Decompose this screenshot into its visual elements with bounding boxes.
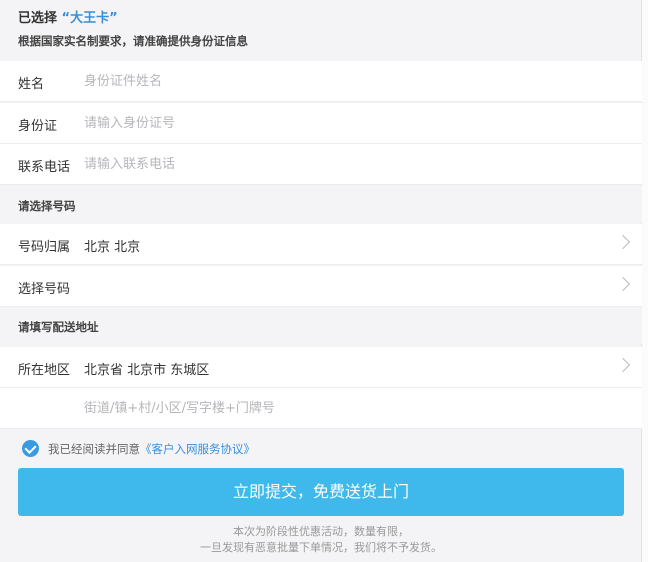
- notice-line-1: 本次为阶段性优惠活动，数量有限，: [233, 525, 409, 538]
- phone-row: 联系电话: [0, 144, 642, 185]
- agreement-label: 我已经阅读并同意: [48, 442, 140, 456]
- phone-label: 联系电话: [18, 160, 71, 175]
- chevron-right-icon: [615, 357, 631, 373]
- phone-input[interactable]: [84, 152, 604, 176]
- name-label: 姓名: [18, 77, 45, 92]
- region-value: 北京省 北京市 东城区: [84, 363, 210, 378]
- notice-line-2: 一旦发现有恶意批量下单情况，我们将不予发货。: [200, 541, 442, 554]
- id-number-input[interactable]: [84, 111, 604, 135]
- id-label: 身份证: [18, 119, 58, 134]
- number-location-value: 北京 北京: [84, 240, 141, 255]
- number-section-title: 请选择号码: [18, 199, 76, 213]
- name-input[interactable]: [84, 69, 604, 93]
- service-agreement-link[interactable]: 《客户入网服务协议》: [140, 442, 255, 456]
- agreement-checkbox[interactable]: [22, 440, 39, 457]
- street-address-input[interactable]: [84, 396, 604, 420]
- address-section-title: 请填写配送地址: [18, 320, 99, 334]
- submit-button[interactable]: 立即提交，免费送货上门: [18, 468, 624, 516]
- name-row: 姓名: [0, 61, 642, 102]
- chevron-right-icon: [615, 276, 631, 292]
- number-location-row[interactable]: 号码归属 北京 北京: [0, 224, 642, 265]
- page-header: 已选择 “大王卡” 根据国家实名制要求，请准确提供身份证信息: [0, 0, 642, 60]
- number-location-label: 号码归属: [18, 240, 71, 255]
- form-page: 已选择 “大王卡” 根据国家实名制要求，请准确提供身份证信息 姓名 身份证 联系…: [0, 0, 642, 562]
- region-label: 所在地区: [18, 363, 71, 378]
- agreement-text: 我已经阅读并同意《客户入网服务协议》: [48, 441, 255, 457]
- choose-number-label: 选择号码: [18, 282, 71, 297]
- region-row[interactable]: 所在地区 北京省 北京市 东城区: [0, 347, 642, 388]
- address-section-header: 请填写配送地址: [0, 307, 642, 344]
- chevron-right-icon: [615, 234, 631, 250]
- street-row: [0, 388, 642, 429]
- selected-card-line: 已选择 “大王卡”: [18, 7, 118, 26]
- page-edge: [642, 0, 648, 562]
- card-name: “大王卡”: [61, 11, 118, 26]
- selected-prefix: 已选择: [18, 11, 58, 26]
- choose-number-row[interactable]: 选择号码: [0, 266, 642, 307]
- realname-notice: 根据国家实名制要求，请准确提供身份证信息: [18, 34, 248, 48]
- id-row: 身份证: [0, 103, 642, 144]
- number-section-header: 请选择号码: [0, 186, 642, 223]
